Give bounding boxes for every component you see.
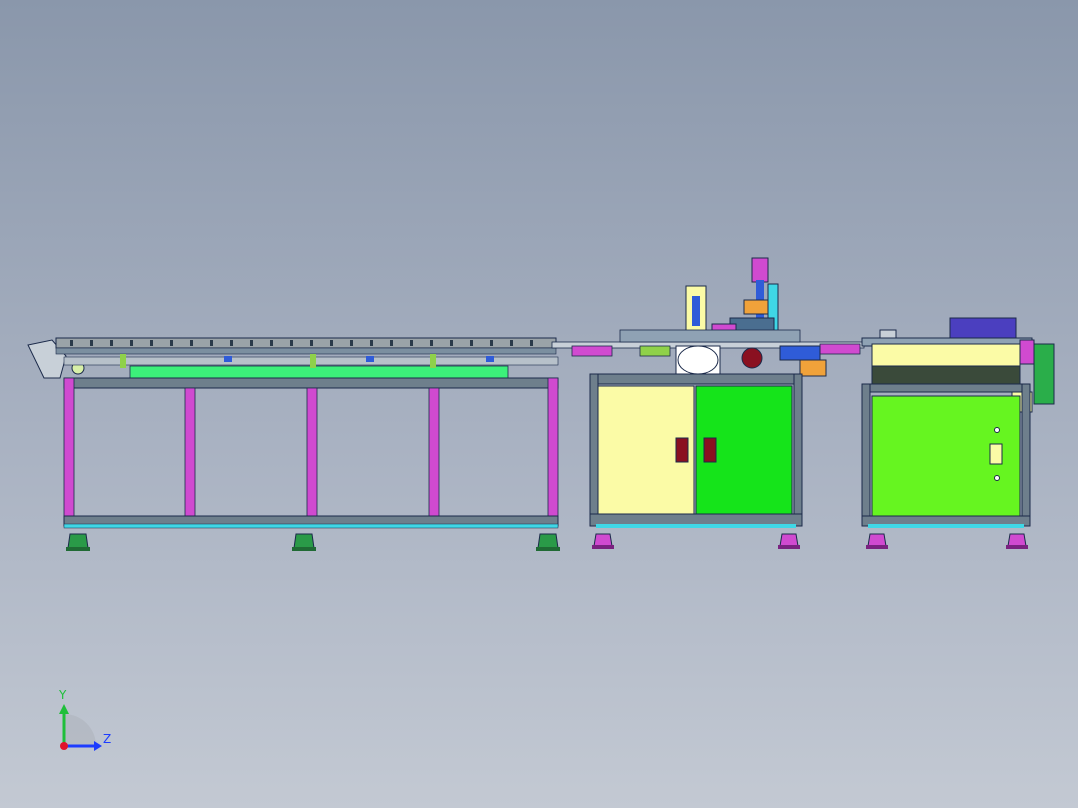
belt-cleat [290, 340, 293, 346]
conveyor-section [27, 337, 560, 551]
machine-drawing [27, 257, 1055, 751]
cad-viewport[interactable]: Y Z [0, 0, 1078, 808]
belt-cleat [470, 340, 473, 346]
belt-cleat [110, 340, 113, 346]
processing-module [589, 257, 827, 549]
guide-plate [129, 365, 509, 379]
leveling-feet-left [66, 533, 560, 551]
handle-right [703, 437, 717, 463]
motor [949, 317, 1017, 341]
belt-cleat [410, 340, 413, 346]
y-axis-label: Y [59, 688, 67, 702]
panel-label [989, 443, 1003, 465]
belt-cleat [250, 340, 253, 346]
handle-left [675, 437, 689, 463]
belt-cleat [170, 340, 173, 346]
belt-cleat [130, 340, 133, 346]
coordinate-triad [59, 704, 102, 751]
belt-cleat [450, 340, 453, 346]
belt-cleat [310, 340, 313, 346]
output-module [861, 317, 1055, 549]
belt-cleat [190, 340, 193, 346]
feed-roller [871, 343, 1021, 367]
belt-cleat [430, 340, 433, 346]
top-rail [63, 377, 559, 389]
triad-quadrant [64, 714, 96, 746]
roll [675, 345, 721, 375]
belt-cleat [270, 340, 273, 346]
belt-cleat [230, 340, 233, 346]
belt-cleat [150, 340, 153, 346]
leg-right [547, 377, 559, 525]
belt-cleat [390, 340, 393, 346]
gear [741, 347, 763, 369]
belt-cleat [350, 340, 353, 346]
belt-cleat [70, 340, 73, 346]
cabinet-top-rail [589, 373, 803, 385]
belt-cleat [330, 340, 333, 346]
side-guard [1033, 343, 1055, 405]
belt-cleat [530, 340, 533, 346]
actuator-top [751, 257, 769, 283]
leg-left [63, 377, 75, 525]
belt-cleat [510, 340, 513, 346]
belt-cleat [210, 340, 213, 346]
x-axis-dot [60, 742, 68, 750]
z-axis-label: Z [103, 732, 112, 746]
belt-cleat [490, 340, 493, 346]
belt-cleat [90, 340, 93, 346]
belt-cleat [370, 340, 373, 346]
